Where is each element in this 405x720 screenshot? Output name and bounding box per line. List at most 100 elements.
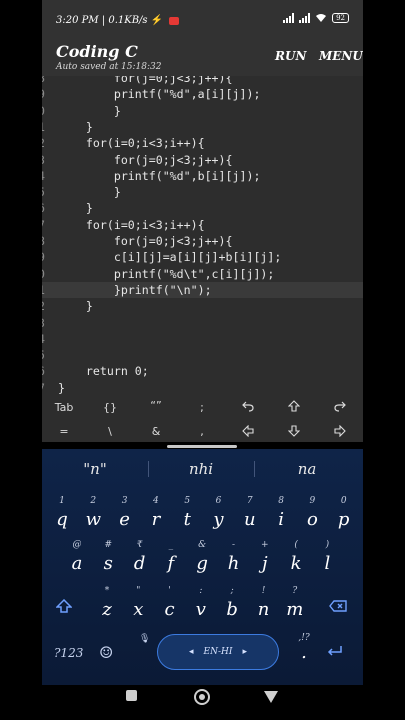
signal-2-icon — [299, 13, 311, 23]
code-line[interactable]: 8 for(j=0;j<3;j++){ — [42, 233, 363, 249]
enter-icon[interactable] — [327, 645, 343, 660]
key-e[interactable]: e — [110, 509, 140, 530]
key-w[interactable]: w — [78, 509, 108, 530]
right-arrow-icon[interactable] — [320, 424, 360, 440]
code-line[interactable]: 6 return 0; — [42, 363, 363, 379]
code-line[interactable]: 7} — [42, 380, 363, 394]
back-icon[interactable] — [264, 691, 278, 703]
key-a[interactable]: a — [62, 553, 92, 574]
quotes-key[interactable]: “” — [136, 399, 176, 412]
backslash-key[interactable]: \ — [90, 425, 130, 438]
line-number: 9 — [42, 86, 48, 102]
code-line[interactable]: 2 } — [42, 298, 363, 314]
suggestion-1[interactable]: "n" — [50, 460, 140, 478]
ampersand-key[interactable]: & — [136, 425, 176, 438]
code-line[interactable]: 1 } — [42, 119, 363, 135]
key-r[interactable]: r — [141, 509, 171, 530]
recent-apps-icon[interactable] — [126, 690, 137, 701]
key-b[interactable]: b — [217, 599, 247, 620]
key-s[interactable]: s — [93, 553, 123, 574]
left-arrow-icon[interactable] — [228, 424, 268, 440]
down-arrow-icon[interactable] — [274, 425, 314, 440]
keyboard-handle[interactable] — [167, 445, 237, 448]
backspace-icon[interactable] — [329, 600, 347, 615]
suggestion-3[interactable]: na — [262, 460, 352, 478]
key-z[interactable]: z — [92, 599, 122, 620]
key-y[interactable]: y — [204, 509, 234, 530]
equals-key[interactable]: = — [44, 425, 84, 438]
semicolon-key[interactable]: ; — [182, 401, 222, 414]
code-line[interactable]: 6 } — [42, 200, 363, 216]
key-p[interactable]: p — [329, 509, 359, 530]
key-hint: ( — [294, 540, 298, 550]
wifi-icon — [316, 14, 327, 22]
up-arrow-icon[interactable] — [274, 400, 314, 415]
shift-icon[interactable] — [55, 598, 73, 616]
screen-record-icon — [169, 16, 180, 25]
code-line[interactable]: 4 — [42, 331, 363, 347]
code-line[interactable]: 1 }printf("\n"); — [42, 281, 363, 298]
code-editor[interactable]: 8 for(j=0;j<3;j++){9 printf("%d",a[i][j]… — [42, 76, 363, 394]
line-number: 3 — [42, 315, 48, 331]
symbols-key[interactable]: ?123 — [54, 646, 83, 660]
key-n[interactable]: n — [249, 599, 279, 620]
braces-key[interactable]: {} — [90, 401, 130, 414]
emoji-icon[interactable]: ☺ — [99, 643, 113, 662]
key-c[interactable]: c — [155, 599, 185, 620]
line-number: 5 — [42, 184, 48, 200]
key-q[interactable]: q — [47, 509, 77, 530]
status-left: 3:20 PM | 0.1KB/s ⚡ — [56, 15, 180, 26]
line-number: 2 — [42, 298, 48, 314]
key-hint: + — [261, 540, 269, 550]
undo-icon[interactable] — [228, 400, 268, 415]
key-m[interactable]: m — [280, 599, 310, 620]
code-line[interactable]: 0 } — [42, 103, 363, 119]
key-x[interactable]: x — [123, 599, 153, 620]
key-l[interactable]: l — [312, 553, 342, 574]
tab-key[interactable]: Tab — [44, 401, 84, 414]
code-line[interactable]: 5 — [42, 347, 363, 363]
key-g[interactable]: g — [187, 553, 217, 574]
key-j[interactable]: j — [250, 553, 280, 574]
code-line[interactable]: 7 for(i=0;i<3;i++){ — [42, 217, 363, 233]
key-hint: # — [104, 540, 113, 550]
navigation-bar — [42, 685, 363, 720]
key-h[interactable]: h — [219, 553, 249, 574]
run-button[interactable]: RUN — [275, 49, 306, 63]
code-line[interactable]: 3 — [42, 315, 363, 331]
code-line[interactable]: 9 c[i][j]=a[i][j]+b[i][j]; — [42, 249, 363, 265]
code-line[interactable]: 0 printf("%d\t",c[i][j]); — [42, 266, 363, 282]
redo-icon[interactable] — [320, 400, 360, 415]
key-i[interactable]: i — [266, 509, 296, 530]
code-line[interactable]: 2 for(i=0;i<3;i++){ — [42, 135, 363, 151]
key-t[interactable]: t — [172, 509, 202, 530]
suggestion-2[interactable]: nhi — [156, 460, 246, 478]
home-icon[interactable] — [194, 689, 210, 705]
key-u[interactable]: u — [235, 509, 265, 530]
period-key[interactable]: . — [289, 642, 319, 663]
battery-icon: 92 — [332, 13, 349, 23]
code-line[interactable]: 3 for(j=0;j<3;j++){ — [42, 152, 363, 168]
space-bar[interactable]: ◂ EN-HI ▸ — [157, 634, 279, 670]
key-hint: ' — [168, 586, 171, 596]
mic-icon[interactable]: 🎙 — [139, 634, 150, 644]
code-text: printf("%d\t",c[i][j]); — [58, 266, 275, 281]
key-hint: * — [104, 586, 110, 596]
code-line[interactable]: 9 printf("%d",a[i][j]); — [42, 86, 363, 102]
key-d[interactable]: d — [125, 553, 155, 574]
key-o[interactable]: o — [297, 509, 327, 530]
lang-prev-icon: ◂ — [189, 647, 194, 657]
key-hint: 0 — [340, 496, 347, 506]
key-hint: & — [198, 540, 207, 550]
comma-key[interactable]: , — [182, 425, 222, 438]
key-f[interactable]: f — [156, 553, 186, 574]
code-line[interactable]: 4 printf("%d",b[i][j]); — [42, 168, 363, 184]
code-line[interactable]: 5 } — [42, 184, 363, 200]
menu-button[interactable]: MENU — [319, 49, 363, 63]
line-number: 5 — [42, 347, 48, 363]
key-k[interactable]: k — [281, 553, 311, 574]
key-hint: 6 — [215, 496, 222, 506]
key-v[interactable]: v — [186, 599, 216, 620]
code-line[interactable]: 8 for(j=0;j<3;j++){ — [42, 76, 363, 86]
key-hint: @ — [72, 540, 82, 550]
